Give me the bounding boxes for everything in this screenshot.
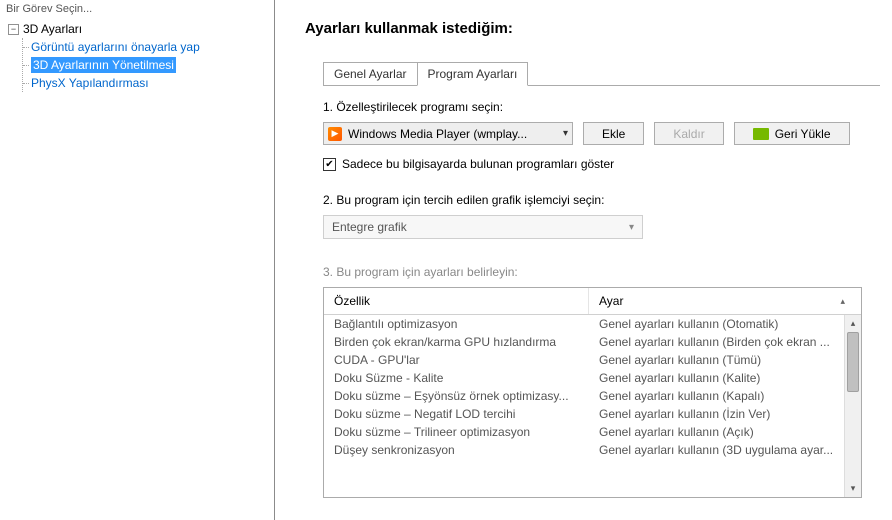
step3-label: 3. Bu program için ayarları belirleyin:: [323, 265, 862, 279]
step1-controls: ▶ Windows Media Player (wmplay... ▾ Ekle…: [323, 122, 862, 145]
restore-label: Geri Yükle: [775, 127, 831, 141]
table-body: Bağlantılı optimizasyonGenel ayarları ku…: [324, 315, 861, 497]
scroll-track[interactable]: [845, 332, 861, 480]
nvidia-icon: [753, 128, 769, 140]
table-row[interactable]: Doku Süzme - KaliteGenel ayarları kullan…: [324, 369, 844, 387]
tab-content: 1. Özelleştirilecek programı seçin: ▶ Wi…: [305, 86, 880, 498]
program-select[interactable]: ▶ Windows Media Player (wmplay... ▾: [323, 122, 573, 145]
scroll-up-icon[interactable]: ▴: [845, 315, 861, 332]
restore-button[interactable]: Geri Yükle: [734, 122, 850, 145]
gpu-select[interactable]: Entegre grafik ▾: [323, 215, 643, 239]
gpu-select-value: Entegre grafik: [332, 220, 407, 234]
chevron-down-icon: ▾: [629, 222, 634, 233]
table-row[interactable]: Doku süzme – Trilineer optimizasyonGenel…: [324, 423, 844, 441]
tree-root-3d-settings[interactable]: − 3D Ayarları: [8, 22, 266, 36]
sort-caret-icon: ▴: [840, 296, 845, 307]
tab-global-settings[interactable]: Genel Ayarlar: [323, 62, 418, 86]
remove-button: Kaldır: [654, 122, 723, 145]
step2-label: 2. Bu program için tercih edilen grafik …: [323, 193, 862, 207]
chevron-down-icon: ▾: [563, 128, 568, 139]
sidebar-header: Bir Görev Seçin...: [0, 0, 274, 18]
scroll-thumb[interactable]: [847, 332, 859, 392]
tab-program-settings[interactable]: Program Ayarları: [417, 62, 529, 86]
table-row[interactable]: Birden çok ekran/karma GPU hızlandırmaGe…: [324, 333, 844, 351]
step1-label: 1. Özelleştirilecek programı seçin:: [323, 100, 862, 114]
page-title: Ayarları kullanmak istediğim:: [305, 20, 880, 37]
checkbox-icon[interactable]: ✔: [323, 158, 336, 171]
main-panel: Ayarları kullanmak istediğim: Genel Ayar…: [275, 0, 892, 520]
program-select-value: Windows Media Player (wmplay...: [348, 127, 557, 141]
table-row[interactable]: CUDA - GPU'larGenel ayarları kullanın (T…: [324, 351, 844, 369]
sidebar-item-manage-3d[interactable]: 3D Ayarlarının Yönetilmesi: [23, 56, 266, 74]
sidebar: Bir Görev Seçin... − 3D Ayarları Görüntü…: [0, 0, 275, 520]
table-row[interactable]: Doku süzme – Eşyönsüz örnek optimizasy..…: [324, 387, 844, 405]
sidebar-item-physx[interactable]: PhysX Yapılandırması: [23, 74, 266, 92]
only-installed-checkbox-row[interactable]: ✔ Sadece bu bilgisayarda bulunan program…: [323, 157, 862, 171]
scroll-down-icon[interactable]: ▾: [845, 480, 861, 497]
tree-children: Görüntü ayarlarını önayarla yap 3D Ayarl…: [22, 38, 266, 92]
table-header: Özellik Ayar ▴: [324, 288, 861, 315]
scrollbar[interactable]: ▴ ▾: [844, 315, 861, 497]
tabs: Genel Ayarlar Program Ayarları: [323, 61, 880, 86]
tree: − 3D Ayarları Görüntü ayarlarını önayarl…: [0, 18, 274, 96]
settings-table: Özellik Ayar ▴ Bağlantılı optimizasyonGe…: [323, 287, 862, 498]
table-row[interactable]: Düşey senkronizasyonGenel ayarları kulla…: [324, 441, 844, 459]
add-button[interactable]: Ekle: [583, 122, 644, 145]
collapse-icon[interactable]: −: [8, 24, 19, 35]
table-rows: Bağlantılı optimizasyonGenel ayarları ku…: [324, 315, 844, 497]
table-row[interactable]: Doku süzme – Negatif LOD tercihiGenel ay…: [324, 405, 844, 423]
col-setting[interactable]: Ayar ▴: [589, 288, 861, 314]
checkbox-label: Sadece bu bilgisayarda bulunan programla…: [342, 157, 614, 171]
app-icon: ▶: [328, 127, 342, 141]
tree-root-label: 3D Ayarları: [23, 22, 82, 36]
col-feature[interactable]: Özellik: [324, 288, 589, 314]
table-row[interactable]: Bağlantılı optimizasyonGenel ayarları ku…: [324, 315, 844, 333]
sidebar-item-preview[interactable]: Görüntü ayarlarını önayarla yap: [23, 38, 266, 56]
